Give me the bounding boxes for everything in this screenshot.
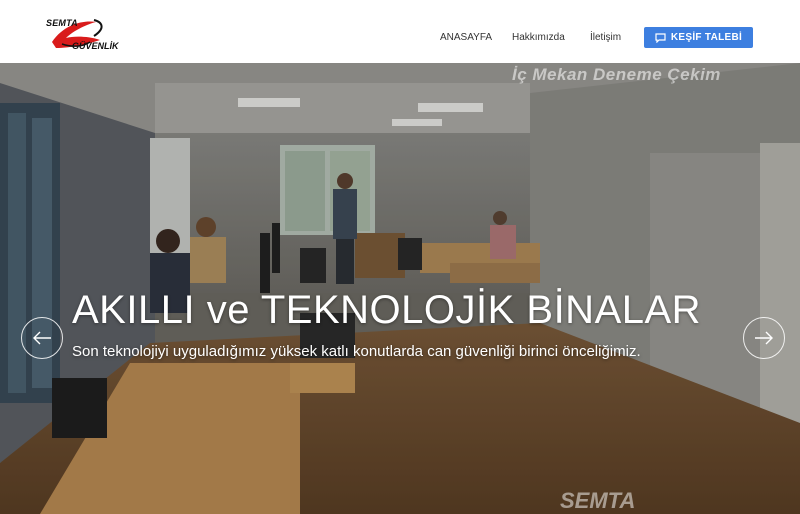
slider-next-button[interactable] (743, 317, 785, 359)
arrow-left-icon (33, 331, 51, 345)
chat-icon (655, 32, 666, 43)
nav-link-contact[interactable]: İletişim (590, 32, 621, 43)
logo-text-bottom: GÜVENLİK (72, 41, 119, 51)
nav-link-about[interactable]: Hakkımızda (512, 32, 565, 43)
video-watermark-top: İç Mekan Deneme Çekim (512, 65, 721, 84)
hero-slider: İç Mekan Deneme Çekim SEMTA AKILLI ve TE… (0, 63, 800, 514)
nav-link-home[interactable]: ANASAYFA (440, 32, 492, 43)
hero-title: AKILLI ve TEKNOLOJİK BİNALAR (72, 288, 702, 332)
survey-request-label: KEŞİF TALEBİ (670, 32, 743, 43)
hero-subtitle: Son teknolojiyi uyguladığımız yüksek kat… (72, 343, 641, 360)
survey-request-button[interactable]: KEŞİF TALEBİ (644, 27, 753, 48)
semta-logo[interactable]: SEMTA GÜVENLİK (44, 14, 120, 54)
video-watermark-bottom: SEMTA (560, 488, 636, 513)
site-header: SEMTA GÜVENLİK ANASAYFA Hakkımızda İleti… (0, 0, 800, 63)
slider-prev-button[interactable] (21, 317, 63, 359)
arrow-right-icon (755, 331, 773, 345)
logo-text-top: SEMTA (46, 18, 78, 28)
